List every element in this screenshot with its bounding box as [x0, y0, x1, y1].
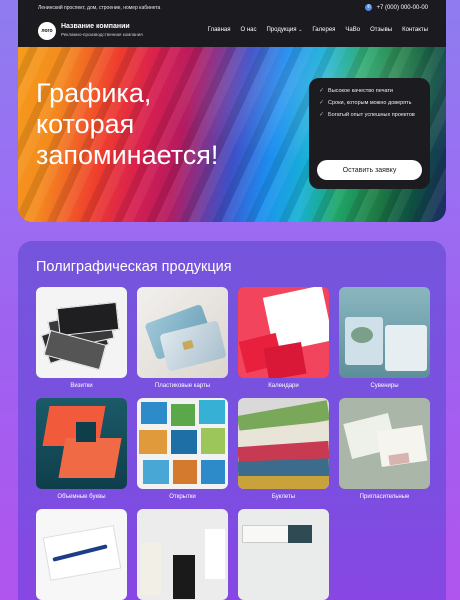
tags-image: [137, 509, 228, 600]
check-icon: ✓: [319, 112, 325, 118]
products-section: Полиграфическая продукция Визитки Пласти…: [18, 241, 446, 600]
product-label: Пригласительные: [359, 494, 410, 500]
phone-text: +7 (000) 000-00-00: [376, 4, 428, 11]
postcards-image: [137, 398, 228, 489]
check-icon: ✓: [319, 100, 325, 106]
logo[interactable]: лого: [38, 22, 56, 40]
invitations-image: [339, 398, 430, 489]
hero-title: Графика, которая запоминается!: [36, 78, 276, 171]
souvenirs-image: [339, 287, 430, 378]
hero-section: Ленинский проспект, дом, строение, номер…: [18, 0, 446, 222]
nav-item-products-label: Продукция: [266, 27, 297, 33]
product-card-signs[interactable]: [238, 509, 329, 600]
section-title: Полиграфическая продукция: [36, 259, 232, 275]
check-icon: ✓: [319, 88, 325, 94]
nav-item-contacts[interactable]: Контакты: [402, 27, 428, 33]
nav-item-home[interactable]: Главная: [208, 27, 231, 33]
plastic-cards-image: [137, 287, 228, 378]
forms-image: [36, 509, 127, 600]
product-label: Календари: [268, 383, 299, 389]
features-panel: ✓ Высокое качество печати ✓ Сроки, которым…: [309, 78, 430, 189]
nav-item-products[interactable]: Продукция ⌄: [266, 27, 302, 33]
chevron-down-icon: ⌄: [298, 27, 303, 33]
booklets-image: [238, 398, 329, 489]
nav-item-about[interactable]: О нас: [241, 27, 257, 33]
feature-item: ✓ Высокое качество печати: [319, 88, 420, 95]
product-label: Открытки: [169, 494, 196, 500]
feature-text: Сроки, которым можно доверять: [328, 100, 412, 106]
submit-request-button[interactable]: Оставить заявку: [317, 160, 422, 180]
hero-title-line: запоминается!: [36, 140, 219, 170]
address-text: Ленинский проспект, дом, строение, номер…: [38, 5, 161, 11]
feature-item: ✓ Богатый опыт успешных проектов: [319, 112, 420, 119]
product-card-calendars[interactable]: Календари: [238, 287, 329, 389]
product-card-postcards[interactable]: Открытки: [137, 398, 228, 500]
product-card-business-cards[interactable]: Визитки: [36, 287, 127, 389]
product-card-souvenirs[interactable]: Сувениры: [339, 287, 430, 389]
calendars-image: [238, 287, 329, 378]
feature-item: ✓ Сроки, которым можно доверять: [319, 100, 420, 107]
volumetric-letters-image: [36, 398, 127, 489]
product-label: Сувениры: [370, 383, 399, 389]
product-label: Пластиковые карты: [154, 383, 211, 389]
phone-link[interactable]: ✆ +7 (000) 000-00-00: [365, 4, 428, 11]
feature-text: Богатый опыт успешных проектов: [328, 112, 415, 118]
hero-title-line: Графика,: [36, 78, 152, 108]
business-cards-image: [36, 287, 127, 378]
signs-image: [238, 509, 329, 600]
main-nav: Главная О нас Продукция ⌄ Галерея ЧаВо О…: [208, 27, 428, 33]
site-header: Ленинский проспект, дом, строение, номер…: [18, 0, 446, 47]
product-card-invitations[interactable]: Пригласительные: [339, 398, 430, 500]
product-label: Буклеты: [271, 494, 296, 500]
product-card-tags[interactable]: [137, 509, 228, 600]
nav-item-reviews[interactable]: Отзывы: [370, 27, 392, 33]
product-card-booklets[interactable]: Буклеты: [238, 398, 329, 500]
company-subtitle: Рекламно-производственная компания: [61, 32, 143, 37]
product-card-plastic-cards[interactable]: Пластиковые карты: [137, 287, 228, 389]
product-label: Визитки: [70, 383, 93, 389]
nav-item-faq[interactable]: ЧаВо: [345, 27, 360, 33]
nav-item-gallery[interactable]: Галерея: [312, 27, 335, 33]
phone-icon: ✆: [365, 4, 373, 11]
product-card-forms[interactable]: [36, 509, 127, 600]
product-label: Объемные буквы: [57, 494, 106, 500]
hero-title-line: которая: [36, 109, 135, 139]
feature-text: Высокое качество печати: [328, 88, 393, 94]
brand[interactable]: Название компании Рекламно-производствен…: [61, 23, 143, 37]
product-card-volumetric-letters[interactable]: Объемные буквы: [36, 398, 127, 500]
company-name: Название компании: [61, 23, 130, 30]
